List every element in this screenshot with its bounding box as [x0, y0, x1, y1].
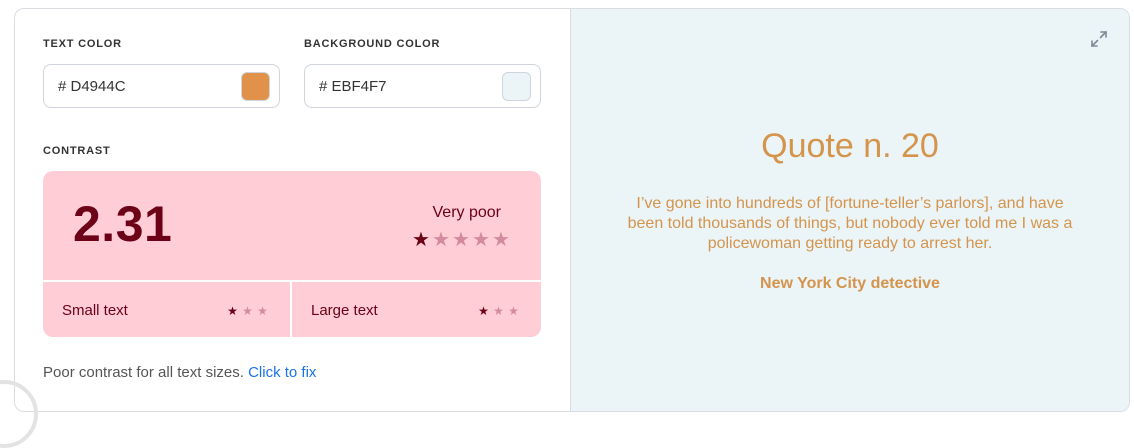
large-text-star-icon: ★: [508, 304, 519, 318]
expand-icon[interactable]: [1089, 29, 1109, 49]
contrast-score-box: 2.31 Very poor ★ ★ ★ ★ ★ Small text ★ ★ ★ Larg…: [43, 171, 541, 337]
contrast-message: Poor contrast for all text sizes.: [43, 364, 244, 381]
contrast-rating: Very poor: [432, 204, 501, 221]
click-to-fix-link[interactable]: Click to fix: [248, 364, 316, 381]
contrast-ratio-panel: 2.31 Very poor ★ ★ ★ ★ ★: [43, 171, 541, 280]
controls-panel: TEXT COLOR # D4944C BACKGROUND COLOR # E…: [15, 9, 571, 411]
rating-stars: ★ ★ ★ ★ ★: [411, 230, 511, 250]
large-text-star-icon: ★: [493, 304, 504, 318]
rating-star-icon: ★: [412, 229, 430, 251]
rating-star-icon: ★: [472, 229, 490, 251]
large-text-stars: ★ ★ ★: [476, 305, 521, 317]
rating-star-icon: ★: [432, 229, 450, 251]
text-color-value[interactable]: # D4944C: [58, 78, 126, 95]
quote-author: New York City detective: [760, 275, 940, 292]
background-color-input[interactable]: # EBF4F7: [304, 64, 541, 108]
small-text-star-icon: ★: [257, 304, 268, 318]
contrast-label: CONTRAST: [43, 145, 111, 157]
text-color-label: TEXT COLOR: [43, 38, 122, 50]
contrast-summary: Poor contrast for all text sizes. Click …: [43, 364, 316, 381]
rating-star-icon: ★: [452, 229, 470, 251]
large-text-label: Large text: [311, 302, 378, 319]
rating-star-icon: ★: [492, 229, 510, 251]
quote-preview-panel: Quote n. 20 I’ve gone into hundreds of […: [571, 9, 1129, 411]
quote-title: Quote n. 20: [761, 127, 939, 165]
large-text-cell: Large text ★ ★ ★: [292, 282, 541, 337]
small-text-star-icon: ★: [227, 304, 238, 318]
small-text-label: Small text: [62, 302, 128, 319]
text-color-swatch[interactable]: [241, 72, 270, 101]
background-color-swatch[interactable]: [502, 72, 531, 101]
small-text-star-icon: ★: [242, 304, 253, 318]
small-text-stars: ★ ★ ★: [225, 305, 270, 317]
quote-body: I’ve gone into hundreds of [fortune-tell…: [627, 195, 1073, 252]
contrast-checker-card: TEXT COLOR # D4944C BACKGROUND COLOR # E…: [14, 8, 1130, 412]
large-text-star-icon: ★: [478, 304, 489, 318]
text-color-input[interactable]: # D4944C: [43, 64, 280, 108]
small-text-cell: Small text ★ ★ ★: [43, 282, 290, 337]
contrast-ratio: 2.31: [73, 196, 173, 252]
background-color-label: BACKGROUND COLOR: [304, 38, 441, 50]
background-color-value[interactable]: # EBF4F7: [319, 78, 387, 95]
